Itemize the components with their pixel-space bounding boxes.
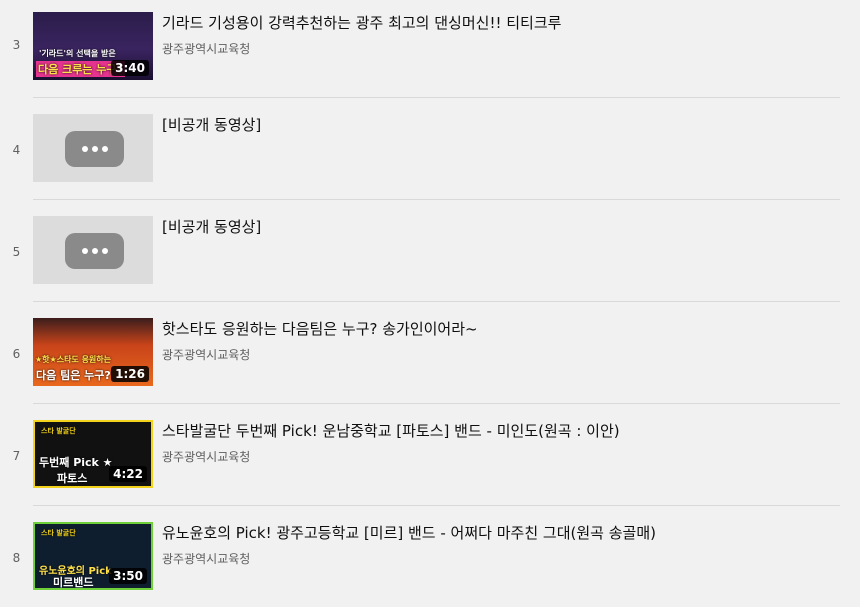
playlist-item[interactable]: 7 스타 발굴단 두번째 Pick ★ 파토스 4:22 스타발굴단 두번째 P… [13,404,840,506]
video-title[interactable]: 핫스타도 응원하는 다음팀은 누구? 송가인이어라~ [162,318,478,339]
playlist-item[interactable]: 4 [비공개 동영상] [13,98,840,200]
channel-name[interactable]: 광주광역시교육청 [162,40,250,57]
video-title[interactable]: [비공개 동영상] [162,114,261,135]
video-thumbnail[interactable]: 스타 발굴단 유노윤호의 Pick 미르밴드 3:50 [33,522,153,590]
item-index: 6 [12,347,21,361]
playlist-item[interactable]: 3 '기라드'의 선택을 받은 다음 크루는 누구? 3:40 기라드 기성용이… [13,0,840,98]
thumbnail-caption: 두번째 Pick ★ [39,456,113,469]
duration-badge: 3:50 [109,568,147,584]
playlist-item[interactable]: 5 [비공개 동영상] [13,200,840,302]
video-thumbnail[interactable]: ★핫★스타도 응원하는 다음 팀은 누구? 1:26 [33,318,153,386]
thumbnail-caption: 미르밴드 [53,576,94,589]
video-title[interactable]: 스타발굴단 두번째 Pick! 운남중학교 [파토스] 밴드 - 미인도(원곡 … [162,420,620,441]
channel-name[interactable]: 광주광역시교육청 [162,448,250,465]
video-title[interactable]: 기라드 기성용이 강력추천하는 광주 최고의 댄싱머신!! 티티크루 [162,12,561,33]
channel-name[interactable]: 광주광역시교육청 [162,346,250,363]
video-thumbnail[interactable] [33,114,153,182]
item-index: 3 [12,38,21,52]
playlist-item[interactable]: 6 ★핫★스타도 응원하는 다음 팀은 누구? 1:26 핫스타도 응원하는 다… [13,302,840,404]
item-index: 8 [12,551,21,565]
video-thumbnail[interactable]: '기라드'의 선택을 받은 다음 크루는 누구? 3:40 [33,12,153,80]
duration-badge: 3:40 [111,60,149,76]
video-title[interactable]: [비공개 동영상] [162,216,261,237]
item-index: 4 [12,143,21,157]
item-index: 5 [12,245,21,259]
duration-badge: 4:22 [109,466,147,482]
duration-badge: 1:26 [111,366,149,382]
thumbnail-logo: 스타 발굴단 [41,427,76,435]
video-title[interactable]: 유노윤호의 Pick! 광주고등학교 [미르] 밴드 - 어쩌다 마주친 그대(… [162,522,656,543]
thumbnail-logo: 스타 발굴단 [41,529,76,537]
thumbnail-caption: 파토스 [57,472,88,485]
playlist-panel: 3 '기라드'의 선택을 받은 다음 크루는 누구? 3:40 기라드 기성용이… [0,0,860,607]
more-icon [65,233,124,269]
thumbnail-caption: '기라드'의 선택을 받은 [39,49,116,58]
more-icon [65,131,124,167]
video-thumbnail[interactable]: 스타 발굴단 두번째 Pick ★ 파토스 4:22 [33,420,153,488]
thumbnail-caption: ★핫★스타도 응원하는 [35,355,112,364]
playlist-item[interactable]: 8 스타 발굴단 유노윤호의 Pick 미르밴드 3:50 유노윤호의 Pick… [13,506,840,607]
thumbnail-caption: 다음 팀은 누구? [36,369,111,382]
item-index: 7 [12,449,21,463]
video-thumbnail[interactable] [33,216,153,284]
channel-name[interactable]: 광주광역시교육청 [162,550,250,567]
